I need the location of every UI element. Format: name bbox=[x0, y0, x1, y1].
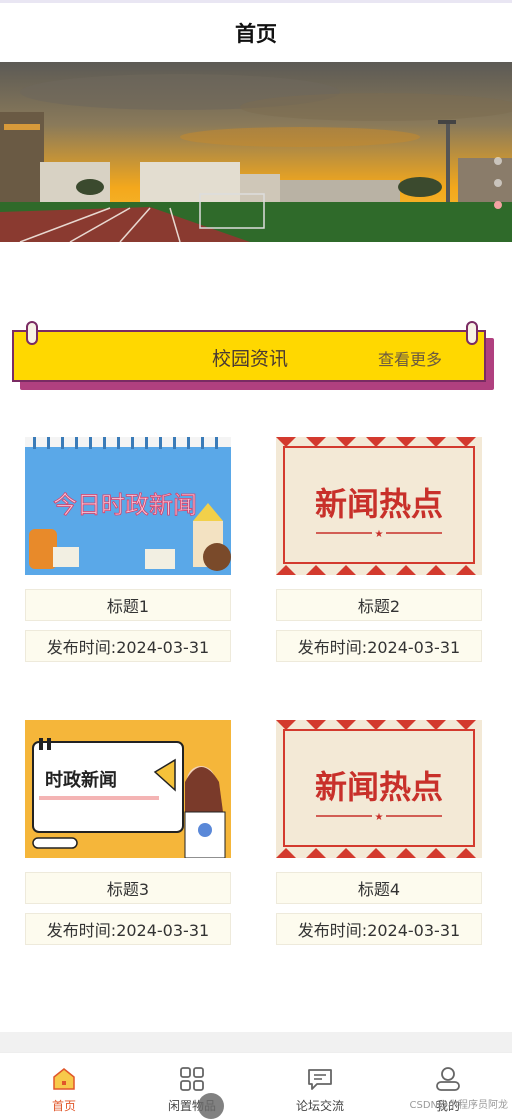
svg-text:★: ★ bbox=[375, 529, 384, 540]
svg-text:新闻热点: 新闻热点 bbox=[315, 485, 443, 523]
news-title: 标题2 bbox=[276, 589, 482, 621]
news-date: 发布时间:2024-03-31 bbox=[276, 913, 482, 945]
page-header: 首页 bbox=[0, 0, 512, 62]
news-title: 标题3 bbox=[25, 872, 231, 904]
news-title: 标题4 bbox=[276, 872, 482, 904]
chat-icon bbox=[308, 1069, 332, 1090]
tab-idle-items[interactable]: 闲置物品 bbox=[128, 1053, 256, 1115]
svg-text:★: ★ bbox=[375, 812, 384, 823]
watermark: CSDN@小程序员阿龙 bbox=[409, 1100, 508, 1111]
news-thumbnail: 时政新闻 bbox=[25, 720, 231, 858]
carousel-dot[interactable] bbox=[494, 157, 502, 165]
tab-label: 首页 bbox=[51, 1099, 76, 1113]
news-title: 标题1 bbox=[25, 589, 231, 621]
svg-text:新闻热点: 新闻热点 bbox=[315, 768, 443, 806]
tab-forum[interactable]: 论坛交流 bbox=[256, 1053, 384, 1115]
news-date: 发布时间:2024-03-31 bbox=[276, 630, 482, 662]
carousel-dot-active[interactable] bbox=[494, 201, 502, 209]
news-thumbnail: 今日时政新闻 bbox=[25, 437, 231, 575]
news-date: 发布时间:2024-03-31 bbox=[25, 913, 231, 945]
news-thumbnail: 新闻热点 ★ bbox=[276, 720, 482, 858]
view-more-link[interactable]: 查看更多 bbox=[378, 346, 442, 370]
carousel-indicators bbox=[494, 157, 502, 209]
binder-ring-icon bbox=[466, 321, 478, 345]
carousel-dot[interactable] bbox=[494, 179, 502, 187]
tab-home[interactable]: 首页 bbox=[0, 1053, 128, 1115]
banner-image bbox=[0, 62, 512, 242]
home-icon bbox=[53, 1068, 75, 1090]
news-card[interactable]: 今日时政新闻 标题1 发布时间:2024-03-31 bbox=[25, 437, 231, 662]
floating-button[interactable] bbox=[198, 1093, 224, 1119]
news-card[interactable]: 新闻热点 ★ 标题2 发布时间:2024-03-31 bbox=[276, 437, 482, 662]
svg-text:时政新闻: 时政新闻 bbox=[45, 769, 117, 791]
page-title: 首页 bbox=[235, 21, 277, 46]
banner-carousel[interactable] bbox=[0, 62, 512, 242]
news-card[interactable]: 时政新闻 标题3 发布时间:2024-03-31 bbox=[25, 720, 231, 945]
news-card[interactable]: 新闻热点 ★ 标题4 发布时间:2024-03-31 bbox=[276, 720, 482, 945]
section-header-campus-news: 校园资讯 查看更多 bbox=[12, 321, 494, 390]
user-icon bbox=[436, 1067, 460, 1091]
binder-ring-icon bbox=[26, 321, 38, 345]
grid-icon bbox=[180, 1067, 204, 1091]
svg-text:今日时政新闻: 今日时政新闻 bbox=[53, 491, 197, 519]
news-date: 发布时间:2024-03-31 bbox=[25, 630, 231, 662]
tab-label: 论坛交流 bbox=[295, 1099, 344, 1113]
news-thumbnail: 新闻热点 ★ bbox=[276, 437, 482, 575]
divider bbox=[0, 1032, 512, 1052]
